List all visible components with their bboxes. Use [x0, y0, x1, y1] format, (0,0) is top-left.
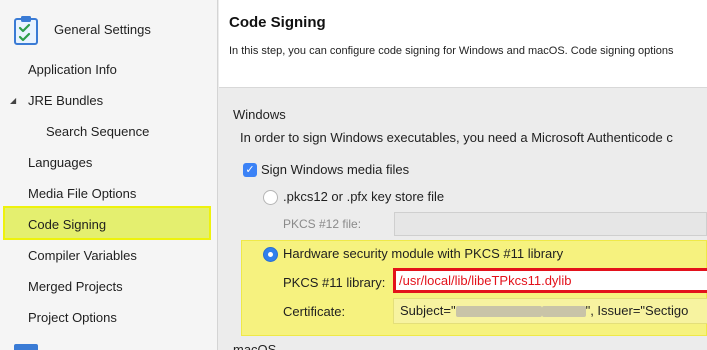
nav-item-application-info[interactable]: Application Info	[0, 58, 218, 82]
nav-item-label: Search Sequence	[46, 124, 150, 139]
page-title: Code Signing	[229, 14, 326, 31]
nav-item-label: Application Info	[28, 62, 117, 77]
sidebar: General Settings Application Info ◢ JRE …	[0, 0, 218, 350]
hsm-radio-label[interactable]: Hardware security module with PKCS #11 l…	[283, 246, 563, 261]
section-title-macos: macOS	[233, 342, 277, 350]
sign-windows-checkbox[interactable]: ✓	[243, 163, 257, 177]
sidebar-title: General Settings	[54, 22, 151, 37]
nav-item-project-options[interactable]: Project Options	[0, 306, 218, 330]
pkcs12-radio-label[interactable]: .pkcs12 or .pfx key store file	[283, 189, 444, 204]
nav-item-label: Project Options	[28, 310, 117, 325]
page-description: In this step, you can configure code sig…	[229, 45, 674, 57]
nav-item-languages[interactable]: Languages	[0, 151, 218, 175]
nav-item-label: Languages	[28, 155, 93, 170]
nav-item-jre-bundles[interactable]: ◢ JRE Bundles	[0, 89, 218, 113]
nav-item-label: JRE Bundles	[28, 93, 104, 108]
pkcs12-file-label: PKCS #12 file:	[283, 217, 362, 231]
nav-item-media-file-options[interactable]: Media File Options	[0, 182, 218, 206]
page-header: Code Signing In this step, you can confi…	[219, 0, 707, 88]
nav-item-label: Compiler Variables	[28, 248, 137, 263]
nav-item-label: Code Signing	[28, 217, 107, 232]
hsm-radio[interactable]	[263, 247, 278, 262]
certificate-suffix: ", Issuer="Sectigo	[585, 303, 689, 318]
nav-item-merged-projects[interactable]: Merged Projects	[0, 275, 218, 299]
next-section-icon	[14, 344, 38, 350]
certificate-prefix: Subject="	[400, 303, 456, 318]
sign-windows-label[interactable]: Sign Windows media files	[261, 162, 409, 177]
collapse-arrow-icon[interactable]: ◢	[10, 89, 16, 113]
certificate-field[interactable]: Subject=" ", Issuer="Sectigo	[393, 298, 707, 324]
nav-item-compiler-variables[interactable]: Compiler Variables	[0, 244, 218, 268]
sidebar-header: General Settings	[0, 0, 218, 56]
pkcs12-radio[interactable]	[263, 190, 278, 205]
redacted-subject	[455, 306, 542, 318]
redacted-subject-2	[541, 306, 586, 318]
nav-item-search-sequence[interactable]: Search Sequence	[0, 120, 218, 144]
section-title-windows: Windows	[233, 107, 286, 122]
pkcs11-library-label: PKCS #11 library:	[283, 275, 386, 290]
pkcs11-library-field[interactable]: /usr/local/lib/libeTPkcs11.dylib	[393, 268, 707, 293]
clipboard-check-icon	[14, 16, 38, 45]
certificate-label: Certificate:	[283, 304, 346, 319]
nav-item-label: Merged Projects	[28, 279, 123, 294]
nav-item-label: Media File Options	[28, 186, 137, 201]
nav-item-code-signing[interactable]: Code Signing	[0, 213, 218, 237]
main-panel: Code Signing In this step, you can confi…	[219, 0, 707, 350]
pkcs12-file-field	[394, 212, 707, 236]
windows-description: In order to sign Windows executables, yo…	[240, 130, 673, 145]
